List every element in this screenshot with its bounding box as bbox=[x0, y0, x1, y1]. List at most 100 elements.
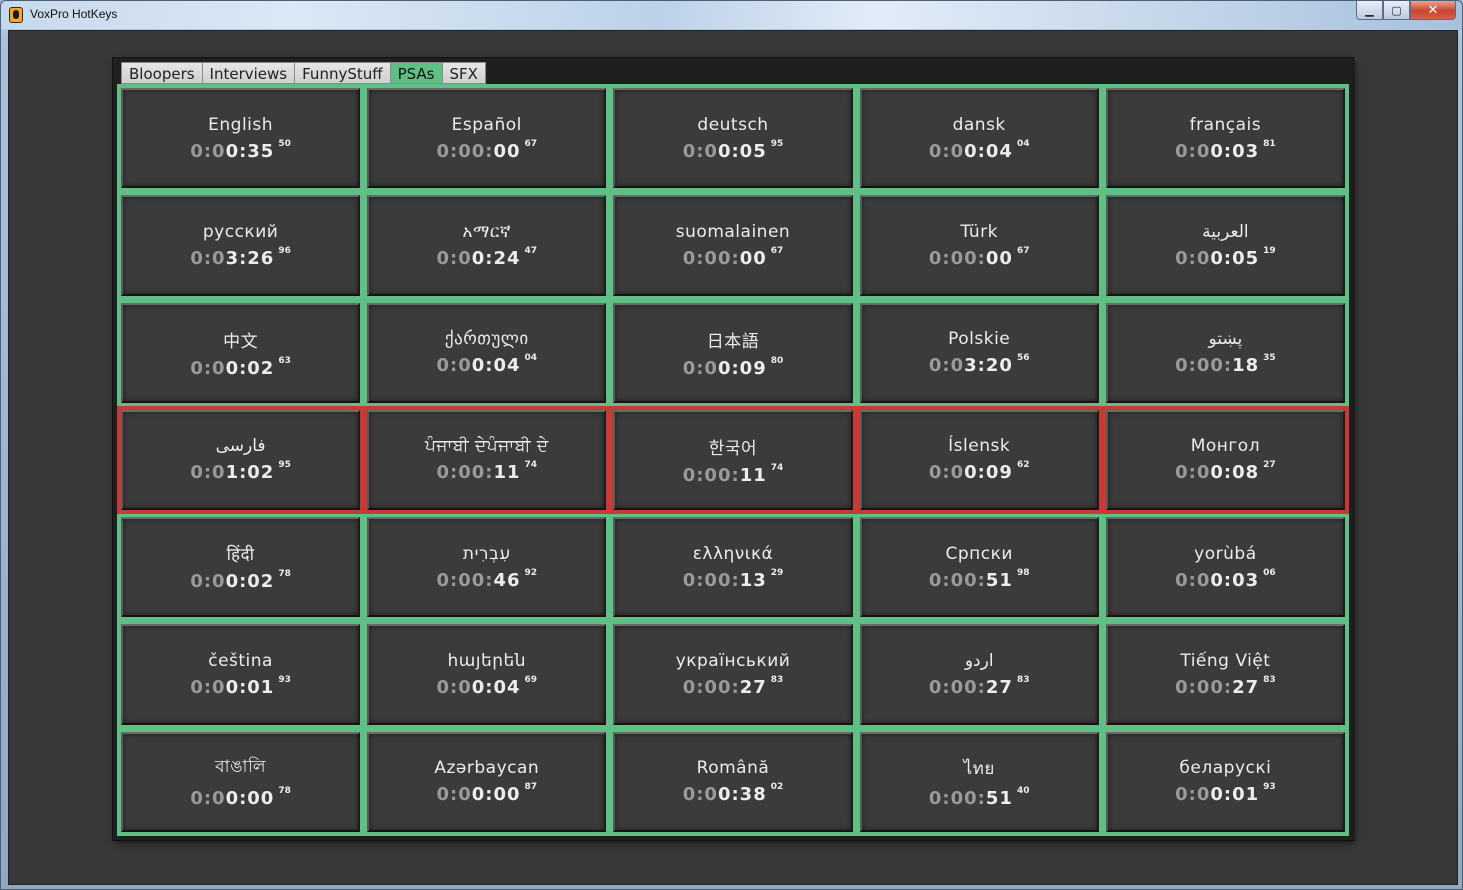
hotkey-button[interactable]: deutsch 0:00:05 95 bbox=[613, 88, 853, 189]
hotkey-button[interactable]: ქართული 0:00:04 04 bbox=[367, 302, 607, 403]
hotkey-button[interactable]: العربية 0:00:05 19 bbox=[1105, 195, 1345, 296]
minimize-button[interactable]: ▁ bbox=[1356, 1, 1383, 20]
hotkey-button[interactable]: dansk 0:00:04 04 bbox=[859, 88, 1099, 189]
title-bar[interactable]: VoxPro HotKeys ▁ ▢ ✕ bbox=[1, 1, 1462, 29]
tab-funnystuff[interactable]: FunnyStuff bbox=[294, 62, 390, 84]
hotkey-label: український bbox=[675, 651, 791, 672]
hotkey-button[interactable]: русский 0:03:26 96 bbox=[121, 195, 361, 296]
hotkey-duration: 0:00:08 27 bbox=[1175, 460, 1276, 484]
hotkey-cell-wrapper: বাঙালি 0:00:00 78 bbox=[121, 731, 361, 832]
duration-leading-zeros: 0:0 bbox=[928, 140, 965, 162]
hotkey-label: dansk bbox=[952, 114, 1006, 135]
hotkey-cell-wrapper: Српски 0:00:51 98 bbox=[859, 517, 1099, 618]
hotkey-button[interactable]: Polskie 0:03:20 56 bbox=[859, 302, 1099, 403]
duration-value: 0:09 bbox=[964, 462, 1013, 484]
duration-value: 0:00 bbox=[471, 784, 521, 806]
duration-hundredths: 98 bbox=[1016, 567, 1030, 578]
tab-interviews[interactable]: Interviews bbox=[201, 62, 295, 84]
duration-value: 0:09 bbox=[717, 357, 767, 379]
hotkey-button[interactable]: беларускі 0:00:01 93 bbox=[1105, 731, 1345, 832]
duration-value: 0:04 bbox=[964, 140, 1013, 162]
duration-hundredths: 67 bbox=[770, 245, 784, 256]
hotkey-button[interactable]: ਪੰਜਾਬੀ ਦੇਪੰਜਾਬੀ ਦੇ 0:00:11 74 bbox=[367, 409, 607, 511]
duration-value: 11 bbox=[493, 462, 521, 484]
hotkey-button[interactable]: Español 0:00:00 67 bbox=[367, 88, 607, 189]
duration-hundredths: 47 bbox=[524, 245, 538, 256]
hotkey-button[interactable]: Română 0:00:38 02 bbox=[613, 731, 853, 832]
hotkey-cell-wrapper: Íslensk 0:00:09 62 bbox=[859, 409, 1099, 511]
hotkey-label: 日本語 bbox=[706, 331, 760, 352]
duration-leading-zeros: 0:0 bbox=[1175, 462, 1211, 484]
hotkey-button[interactable]: yorùbá 0:00:03 06 bbox=[1105, 517, 1345, 618]
hotkey-duration: 0:00:00 78 bbox=[190, 786, 291, 809]
hotkey-button[interactable]: עִבְרִית 0:00:46 92 bbox=[367, 517, 607, 618]
hotkey-button[interactable]: ไทย 0:00:51 40 bbox=[859, 731, 1099, 832]
hotkey-button[interactable]: український 0:00:27 83 bbox=[613, 624, 853, 725]
hotkey-button[interactable]: فارسی 0:01:02 95 bbox=[121, 409, 361, 511]
hotkey-button[interactable]: English 0:00:35 50 bbox=[121, 88, 361, 189]
hotkey-button[interactable]: suomalainen 0:00:00 67 bbox=[613, 195, 853, 296]
hotkey-label: Azərbaycan bbox=[434, 758, 540, 779]
duration-value: 0:04 bbox=[471, 355, 521, 377]
hotkey-button[interactable]: አማርኛ 0:00:24 47 bbox=[367, 195, 607, 296]
duration-hundredths: 83 bbox=[1263, 675, 1276, 686]
hotkey-button[interactable]: 中文 0:00:02 63 bbox=[121, 302, 361, 403]
duration-value: 0:01 bbox=[1210, 784, 1260, 806]
duration-value: 0:02 bbox=[225, 357, 275, 379]
hotkey-button[interactable]: اردو 0:00:27 83 bbox=[859, 624, 1099, 725]
hotkey-button[interactable]: 한국어 0:00:11 74 bbox=[613, 409, 853, 511]
duration-leading-zeros: 0:00: bbox=[682, 247, 740, 269]
duration-leading-zeros: 0:00: bbox=[682, 464, 740, 486]
duration-value: 0:02 bbox=[225, 571, 275, 593]
hotkey-button[interactable]: čeština 0:00:01 93 bbox=[121, 624, 361, 725]
duration-hundredths: 63 bbox=[278, 355, 291, 366]
tab-sfx[interactable]: SFX bbox=[441, 62, 486, 84]
hotkey-label: 한국어 bbox=[708, 438, 758, 459]
duration-hundredths: 69 bbox=[524, 675, 538, 686]
hotkey-button[interactable]: հայերեն 0:00:04 69 bbox=[367, 624, 607, 725]
hotkey-label: پښتو bbox=[1208, 329, 1243, 350]
hotkey-duration: 0:00:35 50 bbox=[190, 138, 291, 162]
hotkey-cell-wrapper: français 0:00:03 81 bbox=[1105, 88, 1345, 189]
minimize-icon: ▁ bbox=[1365, 3, 1374, 17]
duration-hundredths: 04 bbox=[524, 353, 538, 364]
hotkeys-panel: Bloopers Interviews FunnyStuff PSAs SFX Engl… bbox=[113, 58, 1353, 840]
duration-leading-zeros: 0:0 bbox=[190, 571, 226, 593]
hotkey-cell-wrapper: 日本語 0:00:09 80 bbox=[613, 302, 853, 403]
hotkey-label: ไทย bbox=[963, 758, 995, 779]
hotkey-duration: 0:03:20 56 bbox=[929, 353, 1030, 376]
maximize-icon: ▢ bbox=[1391, 3, 1402, 17]
hotkey-button[interactable]: ελληνικά 0:00:13 29 bbox=[613, 517, 853, 618]
hotkey-button[interactable]: বাঙালি 0:00:00 78 bbox=[121, 731, 361, 832]
hotkey-button[interactable]: Azərbaycan 0:00:00 87 bbox=[367, 731, 607, 832]
duration-hundredths: 50 bbox=[278, 138, 291, 149]
duration-value: 0:38 bbox=[717, 784, 767, 806]
hotkey-button[interactable]: Српски 0:00:51 98 bbox=[859, 517, 1099, 618]
duration-leading-zeros: 0:0 bbox=[1175, 247, 1211, 269]
duration-leading-zeros: 0:00: bbox=[928, 787, 986, 809]
hotkey-button[interactable]: پښتو 0:00:18 35 bbox=[1105, 302, 1345, 403]
maximize-button[interactable]: ▢ bbox=[1383, 1, 1410, 20]
hotkey-button[interactable]: Tiếng Việt 0:00:27 83 bbox=[1105, 624, 1345, 725]
close-button[interactable]: ✕ bbox=[1410, 1, 1456, 20]
hotkey-button[interactable]: français 0:00:03 81 bbox=[1105, 88, 1345, 189]
hotkey-button[interactable]: Türk 0:00:00 67 bbox=[859, 195, 1099, 296]
hotkey-duration: 0:00:09 62 bbox=[929, 460, 1030, 484]
hotkey-button[interactable]: 日本語 0:00:09 80 bbox=[613, 302, 853, 403]
hotkey-cell-wrapper: беларускі 0:00:01 93 bbox=[1105, 731, 1345, 832]
hotkey-duration: 0:00:51 40 bbox=[928, 786, 1030, 809]
hotkey-label: ਪੰਜਾਬੀ ਦੇਪੰਜਾਬੀ ਦੇ bbox=[424, 436, 549, 457]
duration-leading-zeros: 0:0 bbox=[436, 677, 472, 699]
tab-psas[interactable]: PSAs bbox=[389, 62, 442, 84]
duration-hundredths: 92 bbox=[524, 567, 538, 578]
duration-leading-zeros: 0:0 bbox=[682, 357, 718, 379]
hotkey-label: deutsch bbox=[697, 114, 769, 135]
hotkey-button[interactable]: Монгол 0:00:08 27 bbox=[1105, 409, 1345, 511]
hotkey-button[interactable]: Íslensk 0:00:09 62 bbox=[859, 409, 1099, 511]
tab-bloopers[interactable]: Bloopers bbox=[121, 62, 202, 84]
hotkey-label: English bbox=[208, 114, 274, 135]
duration-leading-zeros: 0:00: bbox=[682, 677, 740, 699]
duration-value: 27 bbox=[985, 677, 1013, 699]
hotkey-button[interactable]: हिंदी 0:00:02 78 bbox=[121, 517, 361, 618]
hotkey-duration: 0:00:24 47 bbox=[437, 245, 538, 269]
